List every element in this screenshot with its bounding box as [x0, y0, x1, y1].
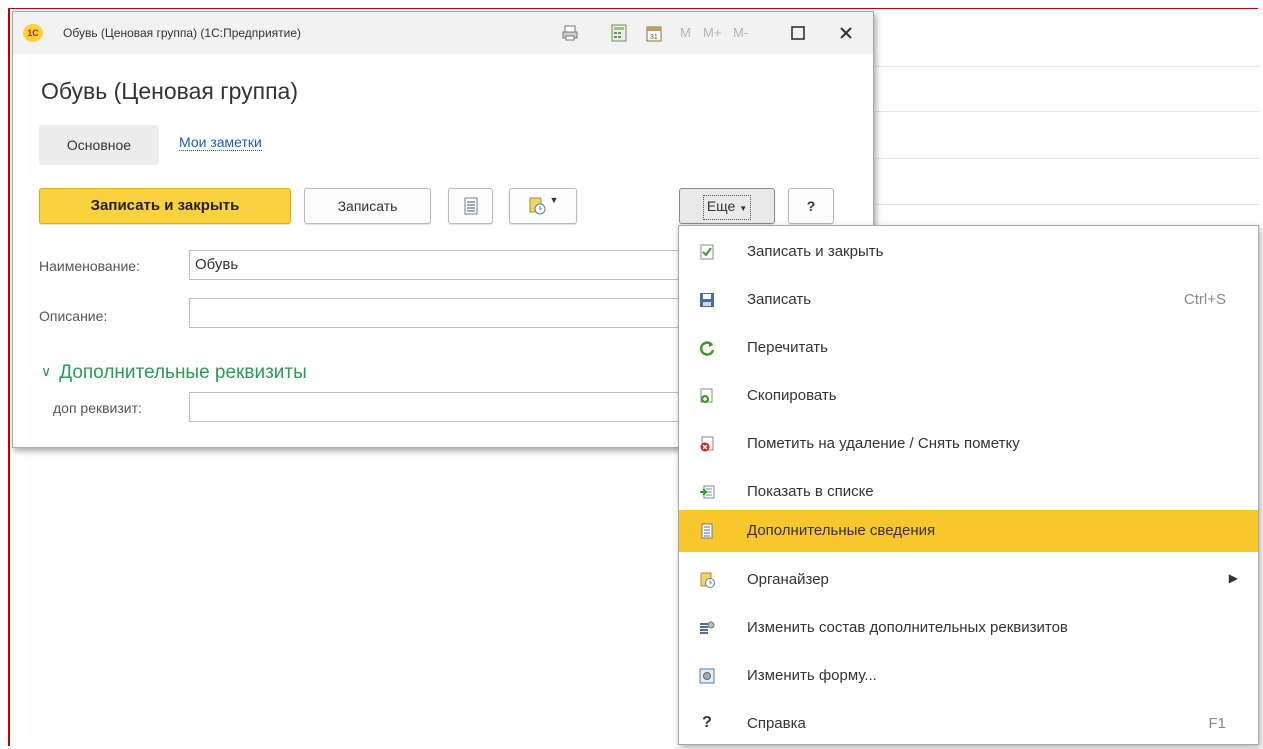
- menu-item-change-form[interactable]: Изменить форму...: [679, 655, 1258, 697]
- additional-attributes-group[interactable]: ∨ Дополнительные реквизиты: [41, 362, 307, 384]
- show-in-list-icon: [700, 485, 715, 499]
- tab-my-notes[interactable]: Мои заметки: [179, 134, 262, 151]
- tab-main[interactable]: Основное: [39, 125, 159, 165]
- background-row-line: [875, 111, 1260, 112]
- background-row-line: [875, 66, 1260, 67]
- menu-item-save[interactable]: Записать Ctrl+S: [679, 279, 1258, 321]
- window-titlebar[interactable]: 1С Обувь (Ценовая группа) (1С:Предприяти…: [13, 12, 873, 54]
- menu-item-help[interactable]: ? Справка F1: [679, 703, 1258, 745]
- description-field[interactable]: [189, 298, 679, 328]
- maximize-icon[interactable]: [791, 26, 805, 40]
- details-icon: [701, 523, 713, 539]
- calculator-icon[interactable]: [610, 24, 628, 42]
- background-row-line: [875, 158, 1260, 159]
- extra-attribute-field[interactable]: [189, 392, 679, 422]
- floppy-disk-icon: [700, 293, 714, 307]
- organizer-button[interactable]: ▼: [509, 188, 577, 224]
- menu-item-edit-attributes[interactable]: Изменить состав дополнительных реквизито…: [679, 607, 1258, 649]
- menu-item-additional-info[interactable]: Дополнительные сведения: [679, 510, 1258, 552]
- more-menu-label: Еще ▼: [702, 195, 752, 220]
- memory-minus-button[interactable]: M-: [733, 25, 748, 40]
- svg-text:31: 31: [650, 34, 658, 41]
- background-row-line: [875, 204, 1260, 205]
- extra-attribute-label: доп реквизит:: [53, 400, 142, 416]
- change-form-icon: [699, 668, 715, 684]
- shortcut-label: Ctrl+S: [1183, 291, 1226, 308]
- edit-attributes-icon: [700, 621, 715, 634]
- app-logo-icon: 1С: [23, 24, 43, 42]
- organizer-icon: [529, 197, 546, 215]
- more-menu-button[interactable]: Еще ▼: [679, 188, 775, 224]
- details-icon: [464, 197, 477, 215]
- save-and-close-button[interactable]: Записать и закрыть: [39, 188, 291, 224]
- organizer-icon: [700, 572, 715, 588]
- help-button[interactable]: ?: [788, 188, 834, 224]
- form-title: Обувь (Ценовая группа): [41, 78, 298, 104]
- close-icon[interactable]: [839, 26, 853, 40]
- shortcut-label: F1: [1208, 715, 1226, 732]
- name-field[interactable]: Обувь: [189, 250, 679, 280]
- menu-item-show-in-list[interactable]: Показать в списке: [679, 471, 1258, 513]
- memory-button[interactable]: M: [680, 25, 691, 40]
- copy-document-icon: [700, 388, 713, 403]
- window-title: Обувь (Ценовая группа) (1С:Предприятие): [63, 26, 302, 40]
- check-document-icon: [700, 244, 714, 260]
- additional-info-button[interactable]: [448, 188, 493, 224]
- calendar-icon[interactable]: 31: [645, 24, 663, 42]
- description-label: Описание:: [39, 308, 108, 324]
- question-mark-icon: ?: [702, 714, 712, 731]
- memory-plus-button[interactable]: M+: [703, 25, 721, 40]
- submenu-arrow-icon: ▶: [1228, 571, 1238, 585]
- print-icon[interactable]: [561, 24, 579, 42]
- delete-mark-icon: [700, 436, 714, 452]
- name-label: Наименование:: [39, 258, 140, 274]
- menu-item-save-and-close[interactable]: Записать и закрыть: [679, 231, 1258, 273]
- menu-item-mark-deletion[interactable]: Пометить на удаление / Снять пометку: [679, 423, 1258, 465]
- more-popup-menu: Записать и закрыть Записать Ctrl+S Переч…: [678, 225, 1259, 745]
- menu-item-reread[interactable]: Перечитать: [679, 327, 1258, 369]
- chevron-down-icon: ∨: [41, 363, 52, 379]
- menu-item-copy[interactable]: Скопировать: [679, 375, 1258, 417]
- menu-item-organizer[interactable]: Органайзер ▶: [679, 559, 1258, 601]
- save-button[interactable]: Записать: [304, 188, 431, 224]
- dropdown-arrow-icon: ▼: [549, 195, 559, 205]
- refresh-icon: [699, 341, 715, 356]
